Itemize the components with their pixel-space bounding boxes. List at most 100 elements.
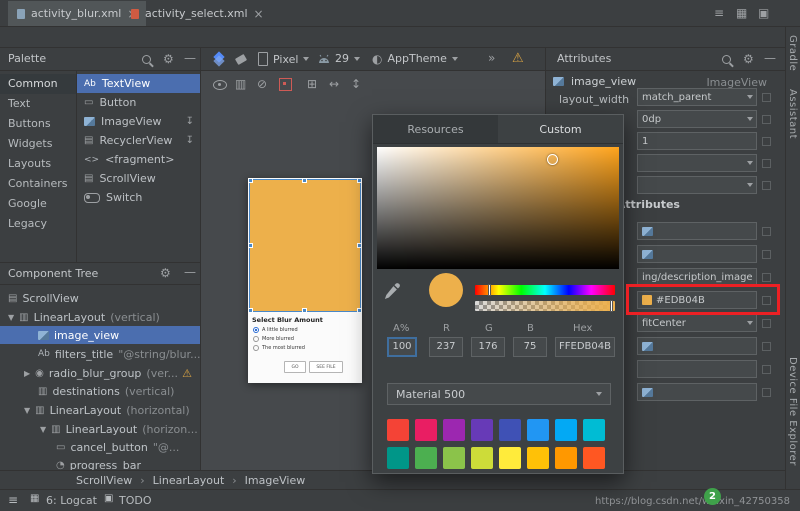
todo-tab[interactable]: TODO <box>119 494 152 507</box>
tree-item-scrollview[interactable]: ▤ ScrollView <box>0 289 200 307</box>
tree-item-cancel-button[interactable]: ▭ cancel_button "@... <box>0 438 200 456</box>
eyedropper-icon[interactable] <box>383 281 403 301</box>
alpha-input[interactable]: 100 <box>387 337 417 357</box>
palette-item-textview[interactable]: Ab TextView <box>76 74 200 93</box>
tree-item-linearlayout-horizontal[interactable]: ▼ ▥ LinearLayout (horizontal) <box>0 401 200 419</box>
swatch-blue[interactable] <box>527 419 549 441</box>
layout-weight-field[interactable]: 1 <box>637 132 757 150</box>
chevron-down-icon[interactable]: ▼ <box>24 406 30 415</box>
search-icon[interactable] <box>142 55 151 64</box>
swatch-light-green[interactable] <box>443 447 465 469</box>
see-file-button[interactable]: SEE FILE <box>309 361 343 373</box>
swatch-orange[interactable] <box>555 447 577 469</box>
resource-flag[interactable] <box>762 137 771 146</box>
layout-height-dropdown[interactable]: 0dp <box>637 110 757 128</box>
palette-category-buttons[interactable]: Buttons <box>0 114 76 134</box>
columns-icon[interactable]: ▥ <box>235 77 246 91</box>
layout-width-dropdown[interactable]: match_parent <box>637 88 757 106</box>
list-view-icon[interactable]: ≡ <box>714 7 724 19</box>
device-file-explorer-tool-tab[interactable]: Device File Explorer <box>787 357 798 466</box>
swatch-red[interactable] <box>387 419 409 441</box>
close-icon[interactable]: × <box>254 7 264 21</box>
api-selector[interactable]: 29 <box>318 52 360 65</box>
swatch-deep-orange[interactable] <box>583 447 605 469</box>
breadcrumb-linearlayout[interactable]: LinearLayout <box>153 474 225 487</box>
gradle-tool-tab[interactable]: Gradle <box>787 35 798 71</box>
resource-flag[interactable] <box>762 365 771 374</box>
resource-flag[interactable] <box>762 319 771 328</box>
hamburger-menu-icon[interactable]: ≡ <box>8 494 18 506</box>
gear-icon[interactable]: ⚙ <box>743 53 754 65</box>
swatch-amber[interactable] <box>527 447 549 469</box>
src-field[interactable] <box>637 222 757 240</box>
resource-flag[interactable] <box>762 115 771 124</box>
add-constraint-icon[interactable]: ⊞ <box>307 77 317 91</box>
tree-item-filters-title[interactable]: Ab filters_title "@string/blur... <box>0 345 200 363</box>
swatch-pink[interactable] <box>415 419 437 441</box>
resource-flag[interactable] <box>762 273 771 282</box>
design-mode-icon[interactable] <box>212 52 228 67</box>
magnet-off-icon[interactable]: ⊘ <box>257 77 267 91</box>
overflow-chevron-icon[interactable]: » <box>488 52 495 64</box>
horizontal-arrows-icon[interactable]: ↔ <box>329 77 339 91</box>
material-palette-dropdown[interactable]: Material 500 <box>387 383 611 405</box>
go-button[interactable]: GO <box>284 361 306 373</box>
attribute-dropdown[interactable] <box>637 176 757 194</box>
radio-option[interactable]: More blurred <box>253 336 294 342</box>
view-options-icon[interactable] <box>213 80 227 90</box>
radio-option[interactable]: The most blurred <box>253 345 305 351</box>
green-input[interactable]: 176 <box>471 337 505 357</box>
theme-selector[interactable]: ◐ AppTheme <box>372 52 458 65</box>
palette-item-imageview[interactable]: ImageView ↧ <box>76 112 200 131</box>
chevron-down-icon[interactable]: ▼ <box>40 425 46 434</box>
attribute-field[interactable] <box>637 360 757 378</box>
assistant-tool-tab[interactable]: Assistant <box>787 89 798 139</box>
tree-item-destinations[interactable]: ▥ destinations (vertical) <box>0 382 200 400</box>
tab-custom[interactable]: Custom <box>498 115 623 143</box>
minimize-icon[interactable]: — <box>764 52 776 64</box>
palette-item-fragment[interactable]: <> <fragment> <box>76 150 200 169</box>
palette-category-legacy[interactable]: Legacy <box>0 214 76 234</box>
tab-resources[interactable]: Resources <box>373 115 498 143</box>
palette-item-button[interactable]: ▭ Button <box>76 93 200 112</box>
saturation-value-box[interactable] <box>377 147 619 269</box>
device-selector[interactable]: Pixel <box>258 52 309 66</box>
palette-category-widgets[interactable]: Widgets <box>0 134 76 154</box>
logcat-tab[interactable]: 6: Logcat <box>46 494 97 507</box>
palette-category-layouts[interactable]: Layouts <box>0 154 76 174</box>
resource-flag[interactable] <box>762 181 771 190</box>
breadcrumb-imageview[interactable]: ImageView <box>245 474 306 487</box>
chevron-right-icon[interactable]: ▶ <box>24 369 30 378</box>
palette-item-scrollview[interactable]: ▤ ScrollView <box>76 169 200 188</box>
swatch-yellow[interactable] <box>499 447 521 469</box>
gear-icon[interactable]: ⚙ <box>163 53 174 65</box>
blue-input[interactable]: 75 <box>513 337 547 357</box>
resource-flag[interactable] <box>762 388 771 397</box>
palette-category-text[interactable]: Text <box>0 94 76 114</box>
tab-activity-select[interactable]: activity_select.xml × <box>122 1 273 26</box>
attribute-dropdown[interactable] <box>637 154 757 172</box>
resource-flag[interactable] <box>762 250 771 259</box>
alpha-slider[interactable] <box>475 301 615 311</box>
swatch-teal[interactable] <box>387 447 409 469</box>
hue-slider[interactable] <box>475 285 615 295</box>
window-icon[interactable]: ▣ <box>758 7 769 19</box>
palette-item-recyclerview[interactable]: ▤ RecyclerView ↧ <box>76 131 200 150</box>
swatch-indigo[interactable] <box>499 419 521 441</box>
swatch-green[interactable] <box>415 447 437 469</box>
tree-item-linearlayout-vertical[interactable]: ▼ ▥ LinearLayout (vertical) <box>0 308 200 326</box>
minimize-icon[interactable]: — <box>184 266 196 278</box>
swatch-deep-purple[interactable] <box>471 419 493 441</box>
red-input[interactable]: 237 <box>429 337 463 357</box>
grid-view-icon[interactable]: ▦ <box>736 7 747 19</box>
resource-flag[interactable] <box>762 93 771 102</box>
blueprint-mode-icon[interactable] <box>235 54 247 65</box>
color-cursor[interactable] <box>547 154 558 165</box>
blur-image-preview[interactable] <box>250 180 360 311</box>
tree-item-image-view[interactable]: image_view <box>0 326 200 344</box>
swatch-purple[interactable] <box>443 419 465 441</box>
margins-icon[interactable] <box>279 78 292 91</box>
device-canvas[interactable]: Select Blur Amount A little blurred More… <box>248 178 362 383</box>
palette-item-switch[interactable]: Switch <box>76 188 200 207</box>
chevron-down-icon[interactable]: ▼ <box>8 313 14 322</box>
